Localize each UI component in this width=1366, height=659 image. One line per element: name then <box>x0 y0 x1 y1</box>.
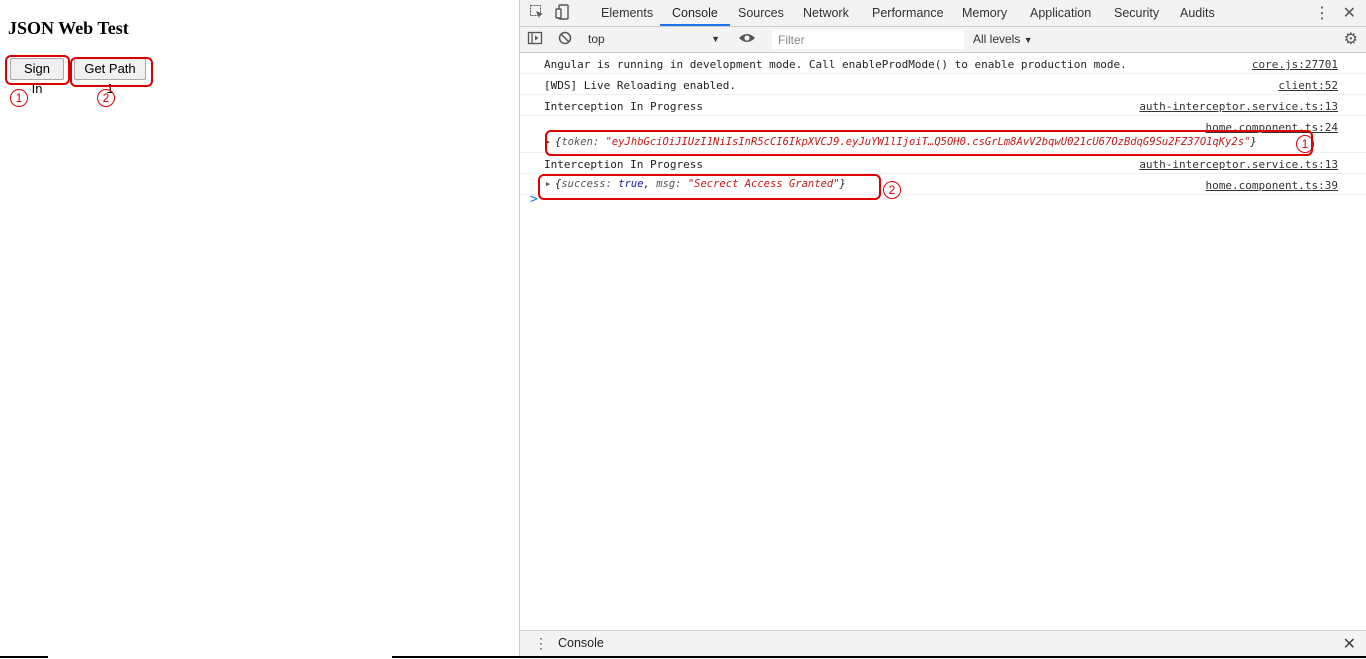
log-levels-value: All levels <box>973 32 1021 46</box>
source-link[interactable]: auth-interceptor.service.ts:13 <box>1139 158 1338 171</box>
msg-value: "Secrect Access Granted" <box>687 178 840 190</box>
context-selector[interactable]: top ▼ <box>588 30 720 49</box>
console-toolbar: top ▼ All levels ▼ ⚙ <box>520 27 1366 53</box>
tab-memory[interactable]: Memory <box>962 0 1007 26</box>
gear-icon[interactable]: ⚙ <box>1344 29 1358 49</box>
console-row: ▶ {success: true, msg: "Secrect Access G… <box>520 174 1366 195</box>
source-link[interactable]: home.component.ts:24 <box>1206 121 1338 134</box>
close-drawer-icon[interactable]: ✕ <box>1343 634 1356 654</box>
page-title: JSON Web Test <box>8 18 129 38</box>
source-link[interactable]: home.component.ts:39 <box>1206 179 1338 192</box>
tab-audits[interactable]: Audits <box>1180 0 1215 26</box>
more-options-icon[interactable]: ⋮ <box>1314 3 1330 23</box>
filter-input[interactable] <box>772 30 964 49</box>
context-value: top <box>588 32 605 46</box>
annotation-number-2: 2 <box>883 181 901 199</box>
inspect-element-icon[interactable] <box>528 4 546 22</box>
annotation-number-1: 1 <box>1296 135 1314 153</box>
get-path-button[interactable]: Get Path 1 <box>74 58 146 96</box>
devtools-tab-bar: Elements Console Sources Network Perform… <box>520 0 1366 27</box>
sign-in-button[interactable]: Sign In <box>10 58 64 96</box>
source-link[interactable]: auth-interceptor.service.ts:13 <box>1139 100 1338 113</box>
drawer-tab-console[interactable]: Console <box>548 631 614 658</box>
console-row: home.component.ts:24 ▶ {token: "eyJhbGci… <box>520 116 1366 153</box>
tab-console[interactable]: Console <box>660 0 730 26</box>
source-link[interactable]: core.js:27701 <box>1252 58 1338 71</box>
success-value: true <box>618 178 644 190</box>
annotation-number-2: 2 <box>97 89 115 107</box>
web-page: JSON Web Test Sign In Get Path 1 1 2 <box>0 0 519 658</box>
console-message: Interception In Progress <box>544 158 703 171</box>
annotation-number-1: 1 <box>10 89 28 107</box>
tab-network[interactable]: Network <box>803 0 849 26</box>
console-prompt[interactable]: > <box>530 192 538 207</box>
eye-icon[interactable] <box>738 30 756 48</box>
console-row: Interception In Progress auth-intercepto… <box>520 153 1366 174</box>
console-message: Interception In Progress <box>544 100 703 113</box>
console-row: Interception In Progress auth-intercepto… <box>520 95 1366 116</box>
console-message: [WDS] Live Reloading enabled. <box>544 79 737 92</box>
tab-security[interactable]: Security <box>1114 0 1159 26</box>
chevron-down-icon: ▼ <box>1023 35 1033 45</box>
console-row: Angular is running in development mode. … <box>520 53 1366 74</box>
device-toolbar-icon[interactable] <box>554 4 572 22</box>
response-object[interactable]: {success: true, msg: "Secrect Access Gra… <box>555 178 846 190</box>
tab-elements[interactable]: Elements <box>601 0 653 26</box>
expand-triangle-icon[interactable]: ▶ <box>546 138 550 146</box>
chevron-down-icon: ▼ <box>711 34 720 44</box>
expand-triangle-icon[interactable]: ▶ <box>546 180 550 188</box>
console-row: [WDS] Live Reloading enabled. client:52 <box>520 74 1366 95</box>
tab-sources[interactable]: Sources <box>738 0 784 26</box>
token-object[interactable]: {token: "eyJhbGciOiJIUzI1NiIsInR5cCI6Ikp… <box>555 136 1257 148</box>
log-levels-dropdown[interactable]: All levels ▼ <box>973 30 1033 50</box>
clear-console-icon[interactable] <box>556 30 574 48</box>
token-value: "eyJhbGciOiJIUzI1NiIsInR5cCI6IkpXVCJ9.ey… <box>605 136 1251 148</box>
console-messages: Angular is running in development mode. … <box>520 53 1366 207</box>
success-key: success: <box>561 178 612 190</box>
drawer-menu-icon[interactable]: ⋮ <box>534 635 548 652</box>
tab-application[interactable]: Application <box>1030 0 1091 26</box>
token-key: token: <box>561 136 600 148</box>
console-drawer: ⋮ Console ✕ <box>520 630 1366 659</box>
source-link[interactable]: client:52 <box>1278 79 1338 92</box>
msg-key: msg: <box>656 178 682 190</box>
console-message: Angular is running in development mode. … <box>544 58 1127 71</box>
close-devtools-icon[interactable]: ✕ <box>1343 3 1356 23</box>
tab-performance[interactable]: Performance <box>872 0 944 26</box>
show-sidebar-icon[interactable] <box>526 30 544 48</box>
devtools-panel: Elements Console Sources Network Perform… <box>519 0 1366 659</box>
